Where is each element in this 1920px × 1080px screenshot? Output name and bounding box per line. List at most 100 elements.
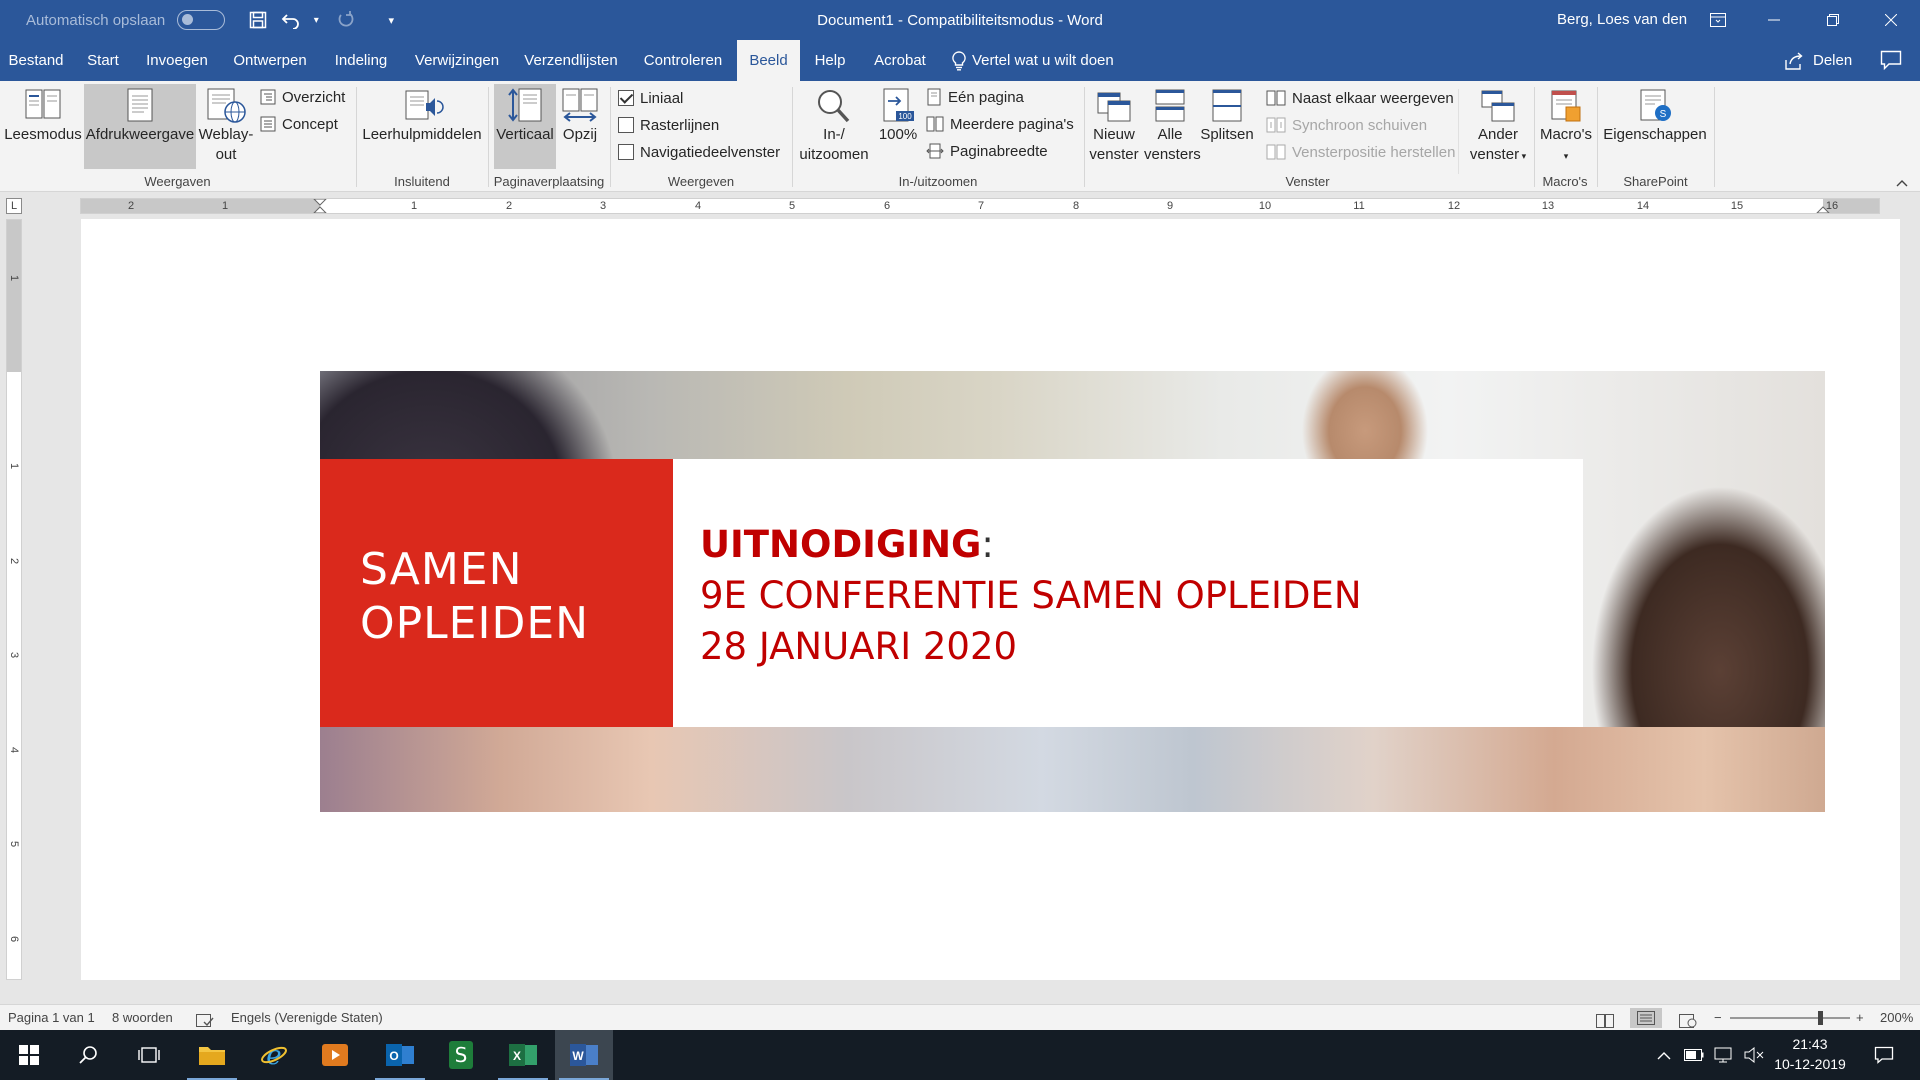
tab-start[interactable]: Start <box>77 40 129 81</box>
navigatiedeelvenster-checkbox[interactable]: Navigatiedeelvenster <box>618 141 780 163</box>
save-icon[interactable] <box>241 0 275 40</box>
comments-icon[interactable] <box>1880 50 1902 70</box>
ander-venster-button[interactable]: Ander venster ▾ <box>1466 87 1530 173</box>
liniaal-checkbox[interactable]: Liniaal <box>618 87 683 109</box>
network-icon[interactable] <box>1712 1030 1736 1080</box>
arrange-all-icon <box>1155 89 1185 122</box>
redo-icon[interactable] <box>329 0 363 40</box>
internet-explorer-icon[interactable]: e <box>245 1030 303 1080</box>
windows-start-icon[interactable] <box>0 1030 58 1080</box>
tell-me-search[interactable]: Vertel wat u wilt doen <box>952 40 1114 81</box>
word-count[interactable]: 8 woorden <box>112 1005 173 1031</box>
group-separator <box>1084 87 1085 187</box>
zoom-slider[interactable] <box>1730 1017 1850 1019</box>
taskbar-clock[interactable]: 21:43 10-12-2019 <box>1760 1034 1860 1074</box>
share-button[interactable]: Delen <box>1785 40 1852 81</box>
show-hidden-icons-icon[interactable] <box>1654 1030 1674 1080</box>
autosave-toggle[interactable] <box>177 10 226 30</box>
tab-acrobat[interactable]: Acrobat <box>864 40 936 81</box>
group-label-macros: Macro's <box>1542 174 1588 189</box>
tab-verwijzingen[interactable]: Verwijzingen <box>406 40 508 81</box>
concept-button[interactable]: Concept <box>260 113 338 135</box>
zoom-100-button[interactable]: 100 100% <box>874 87 922 169</box>
ruler-label: 5 <box>788 200 796 212</box>
zoom-in-icon[interactable]: + <box>1856 1005 1864 1031</box>
ribbon-display-options-icon[interactable] <box>1695 0 1741 40</box>
invitation-banner[interactable]: SAMEN OPLEIDEN UITNODIGING: 9E CONFERENT… <box>320 371 1825 812</box>
leesmodus-button[interactable]: Leesmodus <box>2 87 84 169</box>
tab-help[interactable]: Help <box>805 40 855 81</box>
first-line-indent-marker[interactable] <box>313 199 327 213</box>
logo-line-2: OPLEIDEN <box>360 598 590 649</box>
excel-icon[interactable]: X <box>494 1030 552 1080</box>
tab-beeld[interactable]: Beeld <box>737 40 800 81</box>
tab-selector[interactable]: L <box>6 198 22 214</box>
sync-app-icon[interactable]: S <box>432 1030 490 1080</box>
tab-ontwerpen[interactable]: Ontwerpen <box>226 40 314 81</box>
close-icon[interactable] <box>1868 0 1914 40</box>
tab-controleren[interactable]: Controleren <box>634 40 732 81</box>
proofing-icon[interactable] <box>196 1011 214 1027</box>
afdrukweergave-button[interactable]: Afdrukweergave <box>84 84 196 169</box>
nieuw-venster-button[interactable]: Nieuw venster <box>1086 87 1142 173</box>
lightbulb-icon <box>952 50 966 70</box>
meerdere-paginas-button[interactable]: Meerdere pagina's <box>926 113 1074 135</box>
read-mode-view-icon[interactable] <box>1596 1011 1614 1028</box>
ruler-label: 1 <box>8 462 20 470</box>
rasterlijnen-checkbox[interactable]: Rasterlijnen <box>618 114 719 136</box>
liniaal-check-box[interactable] <box>618 90 634 106</box>
web-layout-view-icon[interactable] <box>1679 1011 1697 1028</box>
vensterpositie-herstellen-button[interactable]: Vensterpositie herstellen <box>1266 141 1455 163</box>
heading-colon: : <box>981 523 994 566</box>
vertical-ruler[interactable]: 1 1 2 3 4 5 6 <box>6 219 22 980</box>
eigenschappen-button[interactable]: S Eigenschappen <box>1600 87 1710 169</box>
battery-icon[interactable] <box>1682 1030 1706 1080</box>
right-indent-marker[interactable] <box>1816 199 1830 213</box>
task-view-icon[interactable] <box>120 1030 178 1080</box>
leerhulpmiddelen-button[interactable]: Leerhulpmiddelen <box>360 87 484 169</box>
action-center-icon[interactable] <box>1864 1030 1904 1080</box>
language-indicator[interactable]: Engels (Verenigde Staten) <box>231 1005 383 1031</box>
tab-bestand[interactable]: Bestand <box>0 40 72 81</box>
file-explorer-icon[interactable] <box>183 1030 241 1080</box>
group-label-venster: Venster <box>1285 174 1330 189</box>
splitsen-button[interactable]: Splitsen <box>1196 87 1258 169</box>
afdrukweergave-label: Afdrukweergave <box>85 126 195 143</box>
print-layout-view-icon[interactable] <box>1630 1008 1662 1028</box>
restore-icon[interactable] <box>1810 0 1856 40</box>
zoom-slider-thumb[interactable] <box>1818 1011 1823 1025</box>
synchroon-schuiven-button[interactable]: Synchroon schuiven <box>1266 114 1427 136</box>
customize-qat-icon[interactable]: ▾ <box>381 0 401 40</box>
media-player-icon[interactable] <box>306 1030 364 1080</box>
horizontal-ruler[interactable]: 2 1 1 2 3 4 5 6 7 8 9 10 11 12 13 14 15 … <box>80 198 1880 214</box>
collapse-ribbon-icon[interactable] <box>1896 176 1908 190</box>
search-icon[interactable] <box>60 1030 118 1080</box>
een-pagina-button[interactable]: Eén pagina <box>926 86 1024 108</box>
quick-access-toolbar: Automatisch opslaan ▾ ▾ <box>0 0 401 40</box>
zoom-level[interactable]: 200% <box>1880 1005 1913 1031</box>
outlook-icon[interactable]: O <box>371 1030 429 1080</box>
paginabreedte-button[interactable]: Paginabreedte <box>926 140 1048 162</box>
page-indicator[interactable]: Pagina 1 van 1 <box>8 1005 95 1031</box>
macros-button[interactable]: Macro's ▾ <box>1536 87 1596 173</box>
rasterlijnen-check-box[interactable] <box>618 117 634 133</box>
svg-text:W: W <box>572 1049 584 1063</box>
tab-verzendlijsten[interactable]: Verzendlijsten <box>518 40 624 81</box>
tab-indeling[interactable]: Indeling <box>324 40 398 81</box>
naast-elkaar-button[interactable]: Naast elkaar weergeven <box>1266 87 1454 109</box>
minimize-icon[interactable] <box>1751 0 1797 40</box>
user-name[interactable]: Berg, Loes van den <box>1557 0 1687 40</box>
undo-icon[interactable] <box>275 0 309 40</box>
zoom-100-icon: 100 <box>883 88 914 122</box>
overzicht-button[interactable]: Overzicht <box>260 86 345 108</box>
tab-invoegen[interactable]: Invoegen <box>138 40 216 81</box>
zoom-button[interactable]: In-/ uitzoomen <box>796 87 872 173</box>
word-icon[interactable]: W <box>555 1030 613 1080</box>
alle-vensters-button[interactable]: Alle vensters <box>1144 87 1201 173</box>
undo-dropdown-icon[interactable]: ▾ <box>309 0 323 40</box>
navigatiedeelvenster-check-box[interactable] <box>618 144 634 160</box>
opzij-button[interactable]: Opzij <box>558 87 602 169</box>
verticaal-button[interactable]: Verticaal <box>494 84 556 169</box>
zoom-out-icon[interactable]: − <box>1714 1005 1722 1031</box>
weblayout-button[interactable]: Weblay- out <box>198 87 254 187</box>
